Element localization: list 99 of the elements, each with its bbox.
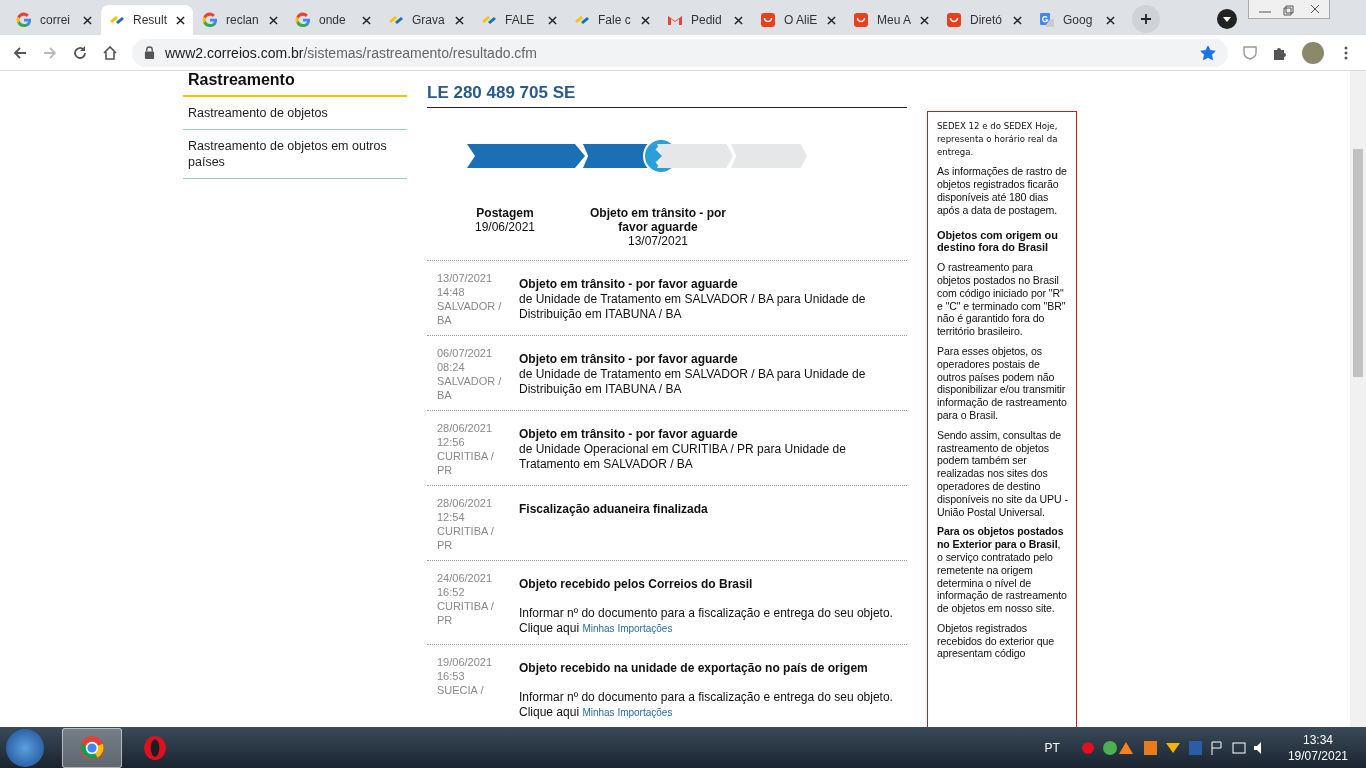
address-bar[interactable]: www2.correios.com.br/sistemas/rastreamento/resultado.cfm [132, 38, 1228, 67]
event-time: 16:52 [437, 585, 466, 599]
info-paragraph: Para os objetos postados no Exterior para o Brasil, o serviço contratado pelo remetente na origem determina o nível de informação de rastreamento de objetos em nosso site. [937, 525, 1068, 615]
close-icon[interactable] [548, 15, 557, 25]
close-icon[interactable] [641, 15, 650, 25]
info-paragraph: O rastreamento para objetos postados no Brasil com código iniciado por "R" e "C" e terminado com "BR" não é garantido fora do território brasileiro. [937, 261, 1067, 338]
translate-icon [1039, 12, 1055, 28]
info-paragraph: As informações de rastro de objetos registrados ficarão disponíveis até 180 dias após a data de postagem. [937, 165, 1068, 217]
close-icon[interactable] [176, 15, 185, 25]
scrollbar[interactable] [1350, 71, 1366, 727]
event-date: 28/06/2021 [437, 421, 494, 435]
back-icon[interactable] [12, 44, 28, 61]
milestone-label: Postagem [475, 206, 535, 220]
close-icon[interactable] [920, 15, 929, 25]
shield-icon[interactable] [1242, 44, 1258, 61]
imports-link[interactable]: Minhas Importações [582, 707, 673, 718]
browser-tab[interactable]: correi [8, 5, 100, 35]
browser-tab[interactable]: Goog [1031, 5, 1123, 35]
close-icon[interactable] [362, 15, 371, 25]
new-tab-button[interactable] [1132, 5, 1160, 33]
close-icon[interactable] [83, 15, 92, 25]
event-title: Fiscalização aduaneira finalizada [519, 502, 709, 517]
shopping-bag-icon [946, 12, 962, 28]
profile-avatar[interactable] [1302, 41, 1324, 64]
event-title: Objeto recebido na unidade de exportação no país de origem [519, 661, 869, 676]
caret-icon [1222, 14, 1232, 24]
event-date: 19/06/2021 [437, 655, 494, 669]
browser-tab[interactable]: reclan [194, 5, 286, 35]
shopping-bag-icon [760, 12, 776, 28]
close-icon[interactable] [1106, 15, 1115, 25]
start-button[interactable] [6, 728, 44, 767]
browser-tab[interactable]: Diretó [938, 5, 1030, 35]
event-place: SALVADOR / BA [437, 299, 503, 327]
plus-icon [1140, 13, 1152, 25]
event-title: Objeto recebido pelos Correios do Brasil [519, 577, 754, 592]
event-detail: de Unidade de Tratamento em SALVADOR / BA para Unidade de Distribuição em ITABUNA / BA [519, 292, 867, 322]
browser-tab[interactable]: Grava [380, 5, 472, 35]
browser-tab[interactable]: FALE [473, 5, 565, 35]
tracking-code: LE 280 489 705 SE [427, 83, 907, 108]
window-controls[interactable] [1248, 0, 1330, 19]
event-detail: de Unidade Operacional em CURITIBA / PR para Unidade de Tratamento em SALVADOR / BA [519, 442, 847, 472]
google-logo-icon [16, 12, 32, 28]
google-logo-icon [295, 12, 311, 28]
event-note: Informar nº do documento para a fiscalização e entrega do seu objeto. Clique aqui Minhas Importações [519, 690, 894, 720]
event-detail: de Unidade de Tratamento em SALVADOR / BA para Unidade de Distribuição em ITABUNA / BA [519, 367, 867, 397]
close-icon[interactable] [734, 15, 743, 25]
event-time: 16:53 [437, 669, 466, 683]
event-place: CURITIBA / PR [437, 599, 495, 627]
url-text: www2.correios.com.br/sistemas/rastreamento/resultado.cfm [165, 44, 538, 61]
info-heading: Objetos com origem ou destino fora do Brasil [937, 228, 1059, 255]
close-icon[interactable] [455, 15, 464, 25]
sidebar-link[interactable]: Rastreamento de objetos em outros países [183, 130, 407, 179]
event-time: 12:56 [437, 435, 466, 449]
browser-tab[interactable]: onde [287, 5, 379, 35]
event-date: 06/07/2021 [437, 346, 494, 360]
browser-tab[interactable]: Meu A [845, 5, 937, 35]
browser-tab[interactable]: Result [101, 5, 193, 35]
event-title: Objeto em trânsito - por favor aguarde [519, 277, 739, 292]
taskbar-app-icon[interactable] [62, 727, 122, 768]
info-paragraph: SEDEX 12 e do SEDEX Hoje, representa o horário real da entrega. [937, 120, 1059, 159]
event-title: Objeto em trânsito - por favor aguarde [519, 427, 739, 442]
event-place: CURITIBA / PR [437, 524, 495, 552]
home-icon[interactable] [102, 44, 118, 61]
bookmark-star-icon[interactable] [1200, 44, 1216, 61]
close-icon[interactable] [269, 15, 278, 25]
event-date: 13/07/2021 [437, 271, 494, 285]
event-place: SUECIA / [437, 683, 485, 697]
shopping-bag-icon [853, 12, 869, 28]
sidebar-link[interactable]: Rastreamento de objetos [183, 97, 407, 130]
info-paragraph: Para esses objetos, os operadores postais de outros países podem não disponibilizar e/ou transmitir informação de rastreamento para o Brasil. [937, 344, 1068, 422]
event-place: CURITIBA / PR [437, 449, 495, 477]
google-logo-icon [202, 12, 218, 28]
info-paragraph: Sendo assim, consultas de rastreamento de objetos podem também ser realizadas nos sites dos operadores de destino disponíveis no site da UPU - União Postal Universal. [937, 428, 1069, 519]
info-paragraph: Objetos registrados recebidos do exterior que apresentam código [937, 621, 1056, 661]
browser-tab[interactable]: O AliE [752, 5, 844, 35]
event-place: SALVADOR / BA [437, 374, 503, 402]
event-date: 24/06/2021 [437, 571, 494, 585]
tab-search-button[interactable] [1217, 9, 1237, 29]
clock-time: 13:34 [1302, 731, 1333, 748]
milestone-date: 19/06/2021 [473, 220, 537, 234]
browser-tab[interactable]: Fale c [566, 5, 658, 35]
event-title: Objeto em trânsito - por favor aguarde [519, 352, 739, 367]
browser-tab[interactable]: Pedid [659, 5, 751, 35]
event-date: 28/06/2021 [437, 496, 494, 510]
close-icon[interactable] [1013, 15, 1022, 25]
event-time: 14:48 [437, 285, 466, 299]
event-time: 12:54 [437, 510, 466, 524]
close-icon[interactable] [827, 15, 836, 25]
clock[interactable]: 13:34 19/07/2021 [1287, 731, 1348, 764]
event-note: Informar nº do documento para a fiscalização e entrega do seu objeto. Clique aqui Minhas Importações [519, 606, 894, 636]
milestone-label: Objeto em trânsito - por favor aguarde [589, 206, 727, 234]
imports-link[interactable]: Minhas Importações [582, 623, 673, 634]
reload-icon[interactable] [72, 44, 88, 61]
event-time: 08:24 [437, 360, 466, 374]
language-indicator[interactable]: PT [1044, 740, 1060, 755]
clock-date: 19/07/2021 [1287, 747, 1348, 764]
lock-icon [144, 46, 155, 59]
sidebar-title: Rastreamento [183, 71, 407, 97]
milestone-date: 13/07/2021 [626, 234, 690, 248]
